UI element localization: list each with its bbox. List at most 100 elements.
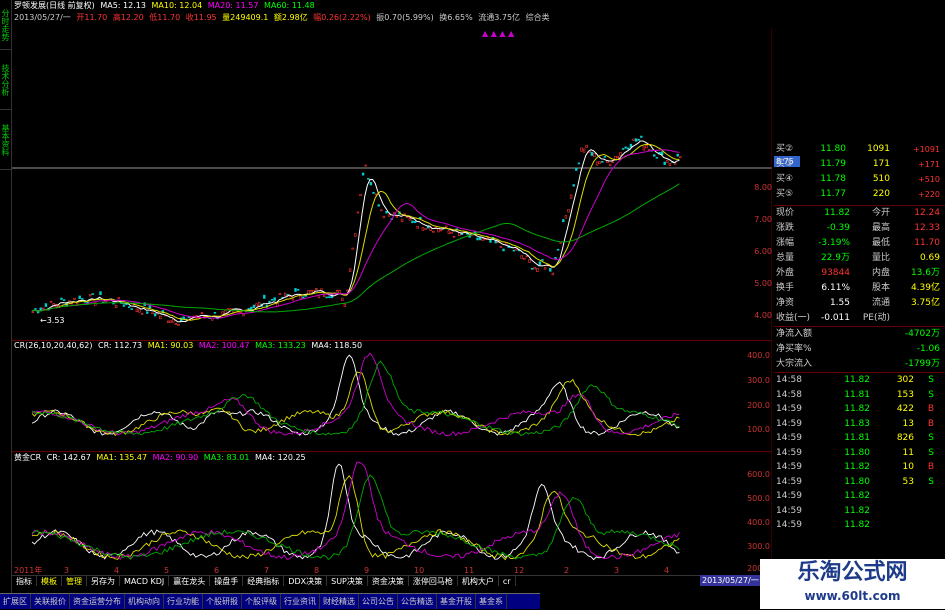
- candle: [73, 297, 76, 300]
- tab-fundamentals[interactable]: 基本资料: [0, 110, 11, 170]
- axis-tick: 600.0: [747, 470, 770, 479]
- bid-volume: 220: [872, 189, 890, 199]
- extension-tab[interactable]: 个股评级: [242, 594, 281, 609]
- candle: [177, 324, 180, 326]
- extension-tab[interactable]: 基金系: [476, 594, 507, 609]
- extension-tab[interactable]: 机构动向: [125, 594, 164, 609]
- extension-tab[interactable]: 基金开股: [437, 594, 476, 609]
- tick-price: 11.80: [844, 476, 870, 487]
- extension-tab[interactable]: 个股研报: [203, 594, 242, 609]
- toolbar-tab[interactable]: 赢在龙头: [169, 576, 211, 586]
- candle: [322, 295, 326, 297]
- extension-tab[interactable]: 资金运营分布: [70, 594, 125, 609]
- stat-value: 93844: [821, 268, 850, 278]
- candle: [302, 296, 305, 299]
- axis-tick: 500.0: [747, 494, 770, 503]
- stat-key: PE(动): [862, 313, 890, 323]
- tick-price: 11.80: [844, 447, 870, 458]
- extension-tab[interactable]: 公告精选: [398, 594, 437, 609]
- ma20-label: MA20: 11.57: [207, 1, 259, 10]
- toolbar-tab[interactable]: 指标: [12, 576, 37, 586]
- tick-time: 14:59: [776, 476, 802, 487]
- tick-side: S: [928, 476, 934, 487]
- toolbar-tab[interactable]: 资金决策: [368, 576, 409, 586]
- candle: [502, 248, 505, 252]
- extension-tab[interactable]: 行业资讯: [281, 594, 320, 609]
- candle: [512, 249, 516, 252]
- toolbar-tab[interactable]: 涨停回马枪: [409, 576, 458, 586]
- tab-intraday[interactable]: 分时走势: [0, 0, 11, 50]
- float-label: 流通3.75亿: [478, 13, 521, 22]
- toolbar-tab[interactable]: 另存为: [87, 576, 120, 586]
- candle: [608, 163, 612, 167]
- candle: [549, 267, 552, 272]
- candle: [595, 161, 599, 166]
- stat-value: 13.6万: [910, 268, 940, 278]
- tick-price: 11.82: [844, 462, 870, 472]
- x-axis-tick: 11: [464, 566, 474, 575]
- gold-ma2: MA2: 90.90: [152, 453, 199, 462]
- candle: [668, 163, 672, 166]
- quote-panel: 买② 11.80 1091 +1091 买③ 11.79 171 +171 买④ 11.78 510…: [774, 142, 945, 593]
- tick-volume: 153: [896, 389, 914, 400]
- candle-group: [31, 135, 682, 326]
- candle: [577, 162, 581, 165]
- tick-volume: [870, 518, 914, 533]
- stat-key: 内盘: [871, 268, 890, 278]
- toolbar-tab[interactable]: 模板: [37, 576, 62, 586]
- extension-tab[interactable]: 公司公告: [359, 594, 398, 609]
- candlestick-chart[interactable]: ←3.53 ▲ ▲ ▲ ▲ 8.00 7.00 6.00 5.00 4.00: [12, 28, 773, 338]
- toolbar-tab[interactable]: 经典指标: [243, 576, 285, 586]
- toolbar-tab[interactable]: 操盘手: [210, 576, 244, 586]
- markers-top: ▲ ▲ ▲ ▲: [482, 29, 515, 38]
- axis-tick: 400.0: [747, 518, 770, 527]
- candle: [380, 209, 383, 212]
- candle: [489, 239, 492, 243]
- toolbar-tab[interactable]: SUP决策: [327, 576, 368, 586]
- tick-side: S: [928, 389, 934, 400]
- extension-tab[interactable]: 扩展区: [0, 594, 31, 609]
- tick-volume: 11: [902, 447, 914, 458]
- extension-tab[interactable]: 行业功能: [164, 594, 203, 609]
- stat-key: 流通: [871, 298, 890, 308]
- toolbar-tab[interactable]: DDX决策: [284, 576, 328, 586]
- axis-tick: 4.00: [754, 311, 772, 320]
- candle: [229, 308, 232, 310]
- stat-key: 收益(一): [776, 313, 811, 323]
- high-label: 高12.20: [112, 13, 144, 22]
- toolbar-tab[interactable]: 管理: [62, 576, 87, 586]
- candle: [416, 225, 419, 229]
- candle: [166, 320, 170, 323]
- amount-label: 额2.98亿: [273, 13, 308, 22]
- toolbar-tab[interactable]: MACD KDJ: [120, 576, 170, 586]
- toolbar-tab[interactable]: 机构大户: [458, 576, 499, 586]
- candle: [351, 247, 354, 250]
- candle: [117, 297, 120, 299]
- toolbar-tab[interactable]: cr: [499, 576, 516, 586]
- tab-technical[interactable]: 技术分析: [0, 50, 11, 110]
- tick-side: S: [928, 375, 934, 385]
- candle: [569, 194, 573, 199]
- stat-value: [890, 311, 940, 326]
- candle: [601, 161, 604, 163]
- stat-value: 11.70: [914, 238, 940, 248]
- tick-time: 14:58: [776, 375, 802, 385]
- candle: [640, 135, 643, 138]
- flow-row: 净流入额 -4702万: [774, 327, 945, 342]
- candle: [135, 308, 139, 313]
- tick-time: 14:59: [776, 491, 802, 501]
- gold-cr-panel[interactable]: 黄金CR CR: 142.67 MA1: 135.47 MA2: 90.90 M…: [12, 451, 773, 576]
- candle: [525, 255, 529, 258]
- candle: [138, 309, 141, 313]
- extension-tab[interactable]: 关联报价: [31, 594, 70, 609]
- tick-time: 14:59: [776, 505, 802, 516]
- watermark: 乐淘公式网 www.60lt.com: [760, 559, 945, 609]
- candle: [299, 295, 302, 299]
- tick-volume: [870, 504, 914, 519]
- tick-price: 11.83: [844, 418, 870, 429]
- candle: [426, 226, 430, 229]
- price-chart-svg: ←3.53 ▲ ▲ ▲ ▲: [12, 28, 773, 338]
- extension-tab[interactable]: 财经精选: [320, 594, 359, 609]
- candle: [580, 147, 583, 152]
- cr-indicator-panel[interactable]: CR(26,10,20,40,62) CR: 112.73 MA1: 90.03…: [12, 340, 773, 451]
